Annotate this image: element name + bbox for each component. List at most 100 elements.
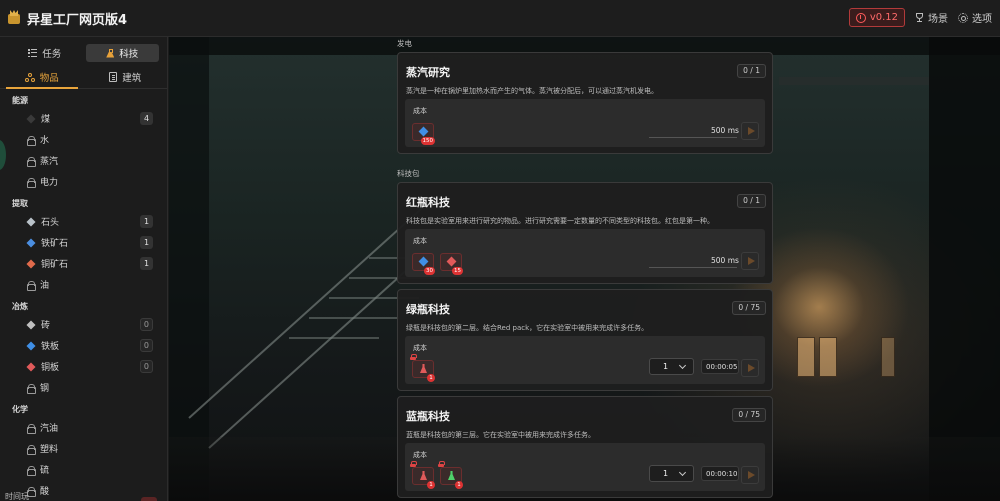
sidebar-item[interactable]: 油 bbox=[0, 274, 167, 295]
tech-progress-count: 0 / 1 bbox=[737, 194, 766, 208]
stone-icon bbox=[26, 216, 36, 227]
lock-icon bbox=[27, 177, 36, 188]
sidebar: 任务 科技 物品 建筑 能源煤 4 水蒸汽 电力 提取 石头 1 铁矿石 1 铜矿石 1 油冶炼砖 0 铁… bbox=[0, 37, 168, 501]
scenes-button[interactable]: 场景 bbox=[915, 10, 948, 25]
sidebar-item[interactable]: 硫 bbox=[0, 459, 167, 480]
start-research-button[interactable] bbox=[741, 466, 759, 484]
tab-tech[interactable]: 科技 bbox=[85, 44, 159, 62]
lock-icon bbox=[27, 135, 36, 146]
building-icon bbox=[109, 72, 118, 82]
tab-buildings[interactable]: 建筑 bbox=[84, 66, 168, 88]
iron-plate-icon bbox=[418, 126, 429, 137]
sidebar-item[interactable]: 钢 bbox=[0, 377, 167, 398]
molecule-icon bbox=[24, 72, 35, 82]
sidebar-item[interactable]: 蒸汽 bbox=[0, 150, 167, 171]
sidebar-item[interactable]: 砖0 bbox=[0, 314, 167, 335]
cost-resource-iron-plate: 150 bbox=[412, 123, 435, 145]
chevron-down-icon bbox=[678, 361, 687, 370]
lock-icon bbox=[27, 156, 36, 167]
tech-progress-count: 0 / 75 bbox=[732, 301, 766, 315]
red-flask-icon bbox=[420, 364, 427, 373]
cost-amount-badge: 1 bbox=[455, 481, 463, 489]
chevron-down-icon bbox=[678, 468, 687, 477]
copper-plate-icon bbox=[446, 256, 457, 267]
iron-plate-icon bbox=[26, 340, 36, 351]
sidebar-item[interactable]: 塑料 bbox=[0, 438, 167, 459]
research-progress-bar bbox=[649, 137, 737, 138]
tech-card-blue-pack: 蓝瓶科技 0 / 75 蓝瓶是科技包的第三层。它在实验室中被用来完成许多任务。 … bbox=[397, 396, 773, 498]
quantity-select[interactable]: 1 bbox=[649, 465, 694, 482]
sidebar-item-label: 塑料 bbox=[40, 445, 59, 455]
lock-icon bbox=[27, 383, 36, 394]
item-count-badge: 1 bbox=[140, 236, 153, 249]
tech-progress-count: 0 / 75 bbox=[732, 408, 766, 422]
sidebar-item-label: 蒸汽 bbox=[40, 157, 59, 167]
section-label-power: 发电 bbox=[397, 39, 412, 48]
tech-description: 绿瓶是科技包的第二层。结合Red pack，它在实验室中被用来完成许多任务。 bbox=[406, 324, 649, 332]
sidebar-item[interactable]: 铜矿石 1 bbox=[0, 253, 167, 274]
options-button[interactable]: 选项 bbox=[958, 10, 992, 25]
tab-items-label: 物品 bbox=[39, 73, 59, 84]
iron-plate-icon bbox=[418, 256, 429, 267]
sidebar-item-label: 砖 bbox=[41, 321, 51, 331]
scenes-label: 场景 bbox=[928, 14, 948, 25]
item-count-badge: 0 bbox=[139, 360, 153, 373]
start-research-button[interactable] bbox=[741, 252, 759, 270]
version-label: v0.12 bbox=[869, 12, 898, 23]
item-category-list: 能源煤 4 水蒸汽 电力 提取 石头 1 铁矿石 1 铜矿石 1 油冶炼砖 0 铁板 0 铜板 0 钢化学 汽油 塑料… bbox=[0, 94, 167, 501]
lock-icon bbox=[27, 280, 36, 291]
tab-tech-label: 科技 bbox=[119, 49, 139, 60]
cost-amount-badge: 1 bbox=[427, 374, 435, 382]
tab-items[interactable]: 物品 bbox=[0, 66, 84, 89]
sidebar-item-label: 煤 bbox=[41, 115, 51, 125]
item-count-badge: 0 bbox=[139, 339, 153, 352]
start-research-button[interactable] bbox=[741, 359, 759, 377]
cost-label: 成本 bbox=[413, 451, 427, 459]
category-heading: 提取 bbox=[12, 199, 28, 208]
sidebar-item[interactable]: 石头 1 bbox=[0, 211, 167, 232]
lock-icon bbox=[410, 461, 417, 467]
sidebar-item[interactable]: 煤4 bbox=[0, 108, 167, 129]
cost-panel: 成本 30 15 500 ms bbox=[405, 229, 765, 277]
options-label: 选项 bbox=[972, 14, 992, 25]
tech-card-red-pack: 红瓶科技 0 / 1 科技包是实验室用来进行研究的物品。进行研究需要一定数量的不… bbox=[397, 182, 773, 284]
tech-title: 红瓶科技 bbox=[406, 196, 450, 209]
sidebar-item-label: 电力 bbox=[40, 178, 59, 188]
sidebar-item-label: 水 bbox=[40, 136, 50, 146]
research-time: 500 ms bbox=[711, 256, 739, 265]
sidebar-item[interactable]: 汽油 bbox=[0, 417, 167, 438]
sidebar-item[interactable]: 水 bbox=[0, 129, 167, 150]
item-count-badge: 0 bbox=[139, 318, 153, 331]
tab-tasks[interactable]: 任务 bbox=[8, 44, 82, 62]
sidebar-item[interactable]: 铁板 0 bbox=[0, 335, 167, 356]
cost-resource-iron-plate: 30 bbox=[412, 253, 435, 275]
version-badge[interactable]: v0.12 bbox=[848, 8, 905, 27]
sidebar-item[interactable]: 铜板 0 bbox=[0, 356, 167, 377]
lock-icon bbox=[27, 465, 36, 476]
sidebar-item-label: 钢 bbox=[40, 384, 50, 394]
lock-icon bbox=[27, 444, 36, 455]
cost-label: 成本 bbox=[413, 107, 427, 115]
red-flask-icon bbox=[420, 471, 427, 480]
tech-title: 蓝瓶科技 bbox=[406, 410, 450, 423]
cost-panel: 成本 150 500 ms bbox=[405, 99, 765, 147]
tech-progress-count: 0 / 1 bbox=[737, 64, 766, 78]
quantity-select[interactable]: 1 bbox=[649, 358, 694, 375]
alert-circle-icon bbox=[855, 12, 866, 23]
sidebar-item[interactable]: 铁矿石 1 bbox=[0, 232, 167, 253]
research-progress-bar bbox=[649, 267, 737, 268]
gear-icon bbox=[958, 12, 968, 23]
lock-icon bbox=[410, 354, 417, 360]
start-research-button[interactable] bbox=[741, 122, 759, 140]
category-heading: 冶炼 bbox=[12, 302, 28, 311]
sidebar-item[interactable]: 电力 bbox=[0, 171, 167, 192]
brick-icon bbox=[26, 319, 36, 330]
tab-tasks-label: 任务 bbox=[42, 49, 62, 60]
iron-ore-icon bbox=[26, 237, 36, 248]
sidebar-item-label: 石头 bbox=[41, 218, 60, 228]
cost-resource-copper-plate: 15 bbox=[440, 253, 463, 275]
cost-resource-red-pack: 1 bbox=[410, 354, 435, 382]
cost-amount-badge: 15 bbox=[452, 267, 463, 275]
research-time: 500 ms bbox=[711, 126, 739, 135]
cost-label: 成本 bbox=[413, 237, 427, 245]
